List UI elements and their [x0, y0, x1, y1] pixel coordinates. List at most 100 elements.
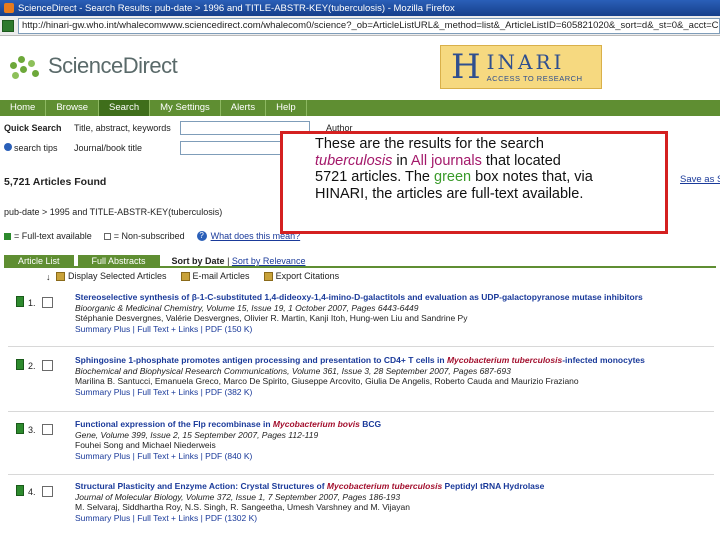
article-title-link[interactable]: Functional expression of the Flp recombi… [75, 419, 715, 430]
legend-nonsub-label: = Non-subscribed [113, 231, 185, 241]
export-citations-button[interactable]: Export Citations [263, 271, 340, 281]
search-tips-text: search tips [14, 143, 58, 153]
result-number: 4. [28, 487, 36, 497]
article-links[interactable]: Summary Plus | Full Text + Links | PDF (… [75, 324, 715, 335]
hinari-logo: H INARI ACCESS TO RESEARCH [440, 45, 602, 89]
email-articles-button[interactable]: E-mail Articles [180, 271, 250, 281]
result-number: 1. [28, 298, 36, 308]
down-arrow-icon: ↓ [46, 272, 51, 282]
journal-title-label: Journal/book title [74, 143, 143, 153]
save-as-alert-link[interactable]: Save as S [680, 174, 720, 185]
divider [8, 346, 714, 347]
email-icon [180, 271, 190, 281]
legend-nonsubscribed: = Non-subscribed [103, 231, 185, 241]
fulltext-square-icon [4, 232, 11, 240]
keywords-label: Title, abstract, keywords [74, 123, 171, 133]
page-favicon-icon [2, 19, 14, 32]
article-title-link[interactable]: Structural Plasticity and Enzyme Action:… [75, 481, 715, 492]
article-authors: Stéphanie Desvergnes, Valérie Desvergnes… [75, 313, 468, 323]
url-input[interactable]: http://hinari-gw.who.int/whalecomwww.sci… [18, 17, 720, 34]
article-source: Journal of Molecular Biology, Volume 372… [75, 491, 401, 502]
legend-fulltext: = Full-text available [4, 231, 92, 241]
title-text: Stereoselective synthesis of β-1-C-subst… [75, 292, 643, 302]
select-checkbox[interactable] [42, 486, 53, 497]
select-checkbox[interactable] [42, 297, 53, 308]
sort-by-date: Sort by Date [171, 256, 225, 266]
annotation-callout: These are the results for the search tub… [280, 131, 668, 234]
question-icon: ? [196, 231, 207, 241]
fulltext-available-icon [16, 359, 24, 370]
firefox-icon [4, 3, 14, 13]
title-text: Structural Plasticity and Enzyme Action:… [75, 481, 327, 491]
divider [8, 411, 714, 412]
hinari-h: H [451, 47, 481, 87]
select-checkbox[interactable] [42, 360, 53, 371]
article-title-link[interactable]: Sphingosine 1-phosphate promotes antigen… [75, 355, 715, 366]
tab-my-settings[interactable]: My Settings [150, 100, 221, 116]
sort-by-relevance-link[interactable]: Sort by Relevance [232, 256, 306, 266]
tab-alerts[interactable]: Alerts [221, 100, 267, 116]
article-authors: Marilina B. Santucci, Emanuela Greco, Ma… [75, 376, 579, 386]
display-selected-label: Display Selected Articles [68, 271, 167, 281]
callout-all-journals: All journals [410, 152, 482, 169]
callout-in: in [392, 152, 411, 169]
article-links[interactable]: Summary Plus | Full Text + Links | PDF (… [75, 513, 715, 524]
sort-options: Sort by Date | Sort by Relevance [171, 256, 306, 266]
title-highlight: Mycobacterium bovis [272, 419, 360, 429]
title-text-end: Peptidyl tRNA Hydrolase [442, 481, 545, 491]
tab-browse[interactable]: Browse [46, 100, 100, 116]
tab-help[interactable]: Help [266, 100, 307, 116]
callout-keyword: tuberculosis [315, 152, 393, 169]
callout-line-3: 5721 articles. The green box notes that,… [315, 169, 659, 186]
hinari-word: INARI [486, 49, 565, 74]
callout-line-1: These are the results for the search [315, 136, 544, 152]
tab-article-list[interactable]: Article List [4, 255, 74, 266]
tab-full-abstracts[interactable]: Full Abstracts [77, 255, 160, 266]
window-titlebar: ScienceDirect - Search Results: pub-date… [0, 0, 720, 16]
display-icon [56, 271, 65, 281]
title-highlight: Mycobacterium tuberculosis [326, 481, 443, 491]
view-tabs: Article List Full Abstracts Sort by Date… [4, 255, 716, 268]
hinari-subtitle: ACCESS TO RESEARCH [486, 73, 583, 83]
article-source: Gene, Volume 399, Issue 2, 15 September … [75, 429, 319, 440]
nonsubscribed-square-icon [103, 232, 111, 240]
article-links[interactable]: Summary Plus | Full Text + Links | PDF (… [75, 451, 715, 462]
window-title: ScienceDirect - Search Results: pub-date… [18, 2, 455, 14]
title-text-end: -infected monocytes [562, 355, 645, 365]
article-authors: M. Selvaraj, Siddhartha Roy, N.S. Singh,… [75, 502, 410, 512]
tab-search[interactable]: Search [99, 100, 151, 116]
callout-line3-pre: 5721 articles. The [315, 169, 435, 185]
article-title-link[interactable]: Stereoselective synthesis of β-1-C-subst… [75, 292, 715, 303]
article-links[interactable]: Summary Plus | Full Text + Links | PDF (… [75, 387, 715, 398]
title-text: Functional expression of the Flp recombi… [75, 419, 273, 429]
tree-logo-icon [8, 52, 42, 80]
sciencedirect-logo[interactable]: ScienceDirect [8, 52, 178, 80]
callout-line-4: HINARI, the articles are full-text avail… [315, 185, 584, 202]
article-authors: Fouhei Song and Michael Niederweis [75, 440, 216, 450]
callout-green-word: green [434, 169, 472, 185]
search-tips-link[interactable]: search tips [4, 143, 74, 153]
callout-line-2: tuberculosis in All journals that locate… [315, 153, 659, 170]
help-icon [4, 143, 12, 151]
display-selected-button[interactable]: Display Selected Articles [56, 271, 167, 281]
fulltext-available-icon [16, 485, 24, 496]
fulltext-available-icon [16, 423, 24, 434]
article-source: Bioorganic & Medicinal Chemistry, Volume… [75, 302, 419, 313]
callout-after-journals: that located [481, 152, 561, 169]
email-articles-label: E-mail Articles [192, 271, 250, 281]
main-nav: Home Browse Search My Settings Alerts He… [0, 100, 720, 116]
access-legend: = Full-text available = Non-subscribed ?… [4, 231, 312, 241]
tab-home[interactable]: Home [0, 100, 47, 116]
fulltext-available-icon [16, 296, 24, 307]
title-text: Sphingosine 1-phosphate promotes antigen… [75, 355, 447, 365]
export-icon [263, 271, 273, 281]
articles-found-count: 5,721 Articles Found [4, 176, 107, 188]
legend-fulltext-label: = Full-text available [14, 231, 92, 241]
result-number: 2. [28, 361, 36, 371]
title-highlight: Mycobacterium tuberculosis [446, 355, 563, 365]
result-actions: Display Selected Articles E-mail Article… [56, 271, 353, 281]
export-citations-label: Export Citations [275, 271, 340, 281]
divider [8, 474, 714, 475]
article-source: Biochemical and Biophysical Research Com… [75, 365, 511, 376]
select-checkbox[interactable] [42, 424, 53, 435]
